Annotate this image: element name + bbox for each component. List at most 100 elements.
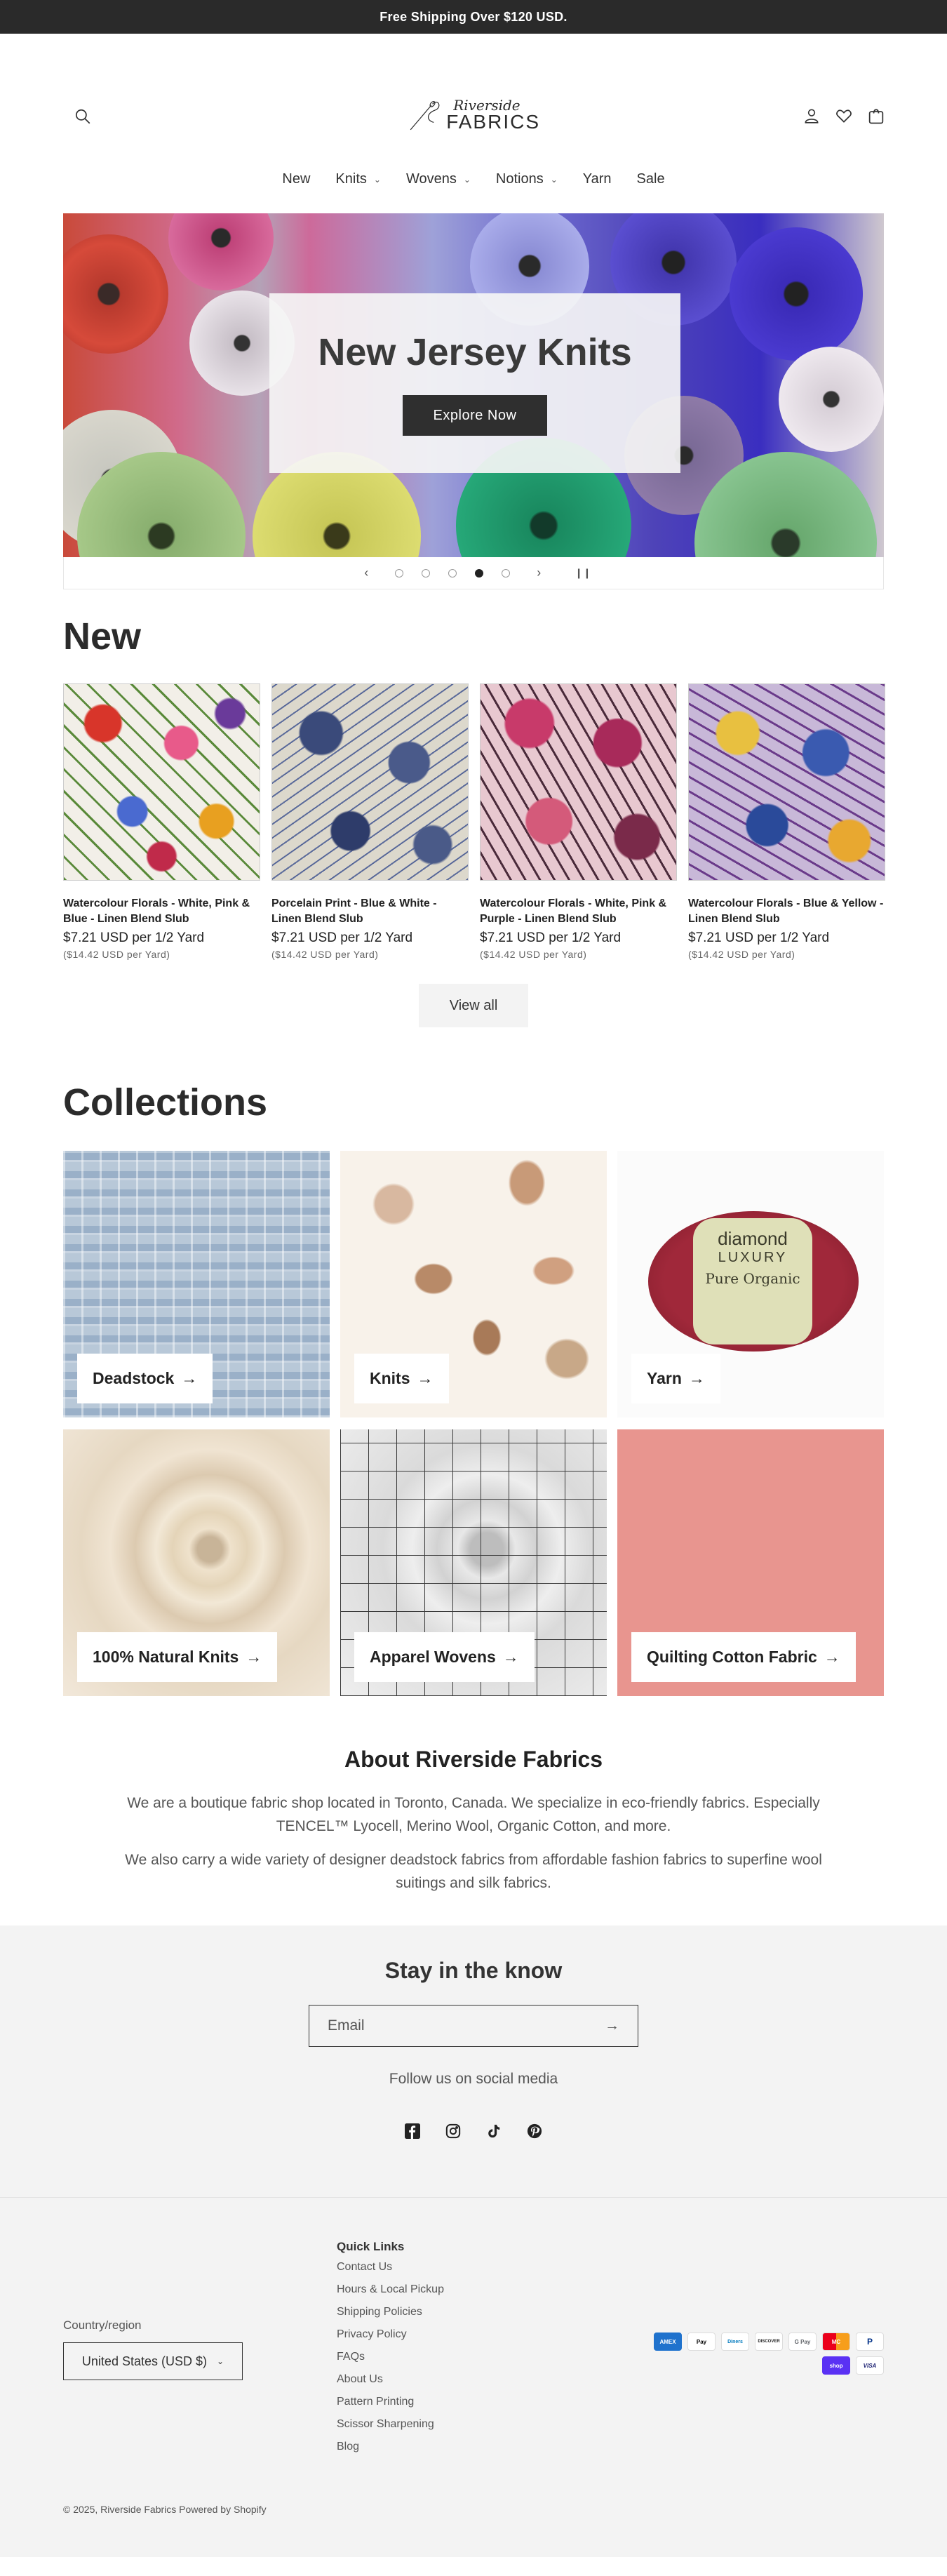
product-name[interactable]: Watercolour Florals - White, Pink & Purp… xyxy=(480,896,677,926)
product-image[interactable] xyxy=(271,683,469,881)
slide-dot[interactable] xyxy=(422,568,431,578)
product-image[interactable] xyxy=(480,683,677,881)
collection-card-deadstock[interactable]: Deadstock → xyxy=(63,1151,330,1418)
collection-label-text: Quilting Cotton Fabric xyxy=(647,1648,817,1667)
explore-now-button[interactable]: Explore Now xyxy=(403,395,547,436)
collection-label[interactable]: 100% Natural Knits → xyxy=(77,1632,278,1683)
wishlist-heart-icon[interactable] xyxy=(832,104,856,128)
product-card[interactable]: Watercolour Florals - White, Pink & Blue… xyxy=(63,683,260,960)
nav-label: New xyxy=(282,171,311,187)
quick-links-title: Quick Links xyxy=(337,2240,405,2254)
nav-item-knits[interactable]: Knits ⌄ xyxy=(335,171,381,187)
footer-link-pattern-printing[interactable]: Pattern Printing xyxy=(337,2396,444,2408)
yarn-brand: diamond xyxy=(718,1228,788,1250)
product-image[interactable] xyxy=(688,683,885,881)
collection-card-apparel-wovens[interactable]: Apparel Wovens → xyxy=(340,1429,607,1697)
collection-label-text: 100% Natural Knits xyxy=(93,1648,239,1667)
section-title-new: New xyxy=(63,615,142,658)
search-icon[interactable] xyxy=(70,104,95,129)
main-nav: New Knits ⌄ Wovens ⌄ Notions ⌄ Yarn Sale xyxy=(0,171,947,187)
product-card[interactable]: Porcelain Print - Blue & White - Linen B… xyxy=(271,683,469,960)
google-pay-icon: G Pay xyxy=(788,2333,817,2351)
nav-item-notions[interactable]: Notions ⌄ xyxy=(496,171,558,187)
facebook-icon[interactable] xyxy=(404,2123,421,2140)
product-card[interactable]: Watercolour Florals - White, Pink & Purp… xyxy=(480,683,677,960)
view-all-button[interactable]: View all xyxy=(419,984,528,1028)
country-select[interactable]: United States (USD $) ⌄ xyxy=(63,2342,243,2381)
product-name[interactable]: Porcelain Print - Blue & White - Linen B… xyxy=(271,896,469,926)
announcement-text: Free Shipping Over $120 USD. xyxy=(380,9,567,24)
product-name[interactable]: Watercolour Florals - Blue & Yellow - Li… xyxy=(688,896,885,926)
paypal-icon: P xyxy=(856,2333,884,2351)
amex-icon: AMEX xyxy=(654,2333,682,2351)
collection-label[interactable]: Knits → xyxy=(354,1354,449,1404)
footer-link-contact[interactable]: Contact Us xyxy=(337,2261,444,2274)
logo-script-text: Riverside xyxy=(453,97,520,114)
product-price-per-yard: ($14.42 USD per Yard) xyxy=(63,949,170,961)
collection-label[interactable]: Apparel Wovens → xyxy=(354,1632,535,1683)
arrow-right-icon: → xyxy=(181,1369,198,1388)
chevron-down-icon: ⌄ xyxy=(373,174,381,185)
nav-label: Wovens xyxy=(405,171,457,187)
product-price-per-yard: ($14.42 USD per Yard) xyxy=(480,949,587,961)
email-field[interactable]: Email → xyxy=(309,2005,638,2048)
pause-icon[interactable]: ❙❙ xyxy=(575,567,591,579)
product-price-per-yard: ($14.42 USD per Yard) xyxy=(688,949,795,961)
apple-pay-icon: Pay xyxy=(687,2333,716,2351)
slideshow-controls: ‹ › ❙❙ xyxy=(63,557,884,589)
cart-bag-icon[interactable] xyxy=(864,104,888,128)
product-name[interactable]: Watercolour Florals - White, Pink & Blue… xyxy=(63,896,260,926)
quick-links: Quick Links Contact Us Hours & Local Pic… xyxy=(337,2240,444,2463)
collection-card-yarn[interactable]: diamond LUXURY Pure Organic Yarn → xyxy=(617,1151,884,1418)
tiktok-icon[interactable] xyxy=(485,2123,502,2140)
nav-item-yarn[interactable]: Yarn xyxy=(583,171,612,187)
nav-label: Notions xyxy=(495,171,544,187)
chevron-right-icon[interactable]: › xyxy=(528,566,549,580)
site-logo[interactable]: Riverside FABRICS xyxy=(407,93,540,138)
footer-link-about[interactable]: About Us xyxy=(337,2373,444,2386)
nav-label: Yarn xyxy=(582,171,612,187)
mastercard-icon: MC xyxy=(822,2333,850,2351)
collection-card-natural-knits[interactable]: 100% Natural Knits → xyxy=(63,1429,330,1697)
slide-dot[interactable] xyxy=(395,568,404,578)
about-section: About Riverside Fabrics We are a boutiqu… xyxy=(0,1747,947,1895)
yarn-line: LUXURY xyxy=(718,1250,788,1266)
footer-link-shipping[interactable]: Shipping Policies xyxy=(337,2306,444,2318)
hero-title: New Jersey Knits xyxy=(318,331,632,373)
section-title-collections: Collections xyxy=(63,1081,268,1124)
collections-section: Collections Deadstock → Knits → diamond LU… xyxy=(63,1081,884,1697)
product-image[interactable] xyxy=(63,683,260,881)
copyright: © 2025, Riverside Fabrics Powered by Sho… xyxy=(63,2504,267,2516)
arrow-right-icon[interactable]: → xyxy=(605,2017,619,2034)
shop-pay-icon: shop xyxy=(822,2356,850,2375)
chevron-left-icon[interactable]: ‹ xyxy=(356,566,377,580)
slide-dot-active[interactable] xyxy=(475,568,484,578)
collection-card-knits[interactable]: Knits → xyxy=(340,1151,607,1418)
footer-link-blog[interactable]: Blog xyxy=(337,2441,444,2453)
footer-link-scissor-sharpening[interactable]: Scissor Sharpening xyxy=(337,2418,444,2431)
arrow-right-icon: → xyxy=(246,1648,262,1667)
nav-item-wovens[interactable]: Wovens ⌄ xyxy=(406,171,471,187)
slide-dot[interactable] xyxy=(448,568,457,578)
collection-label-text: Apparel Wovens xyxy=(370,1648,496,1667)
pinterest-icon[interactable] xyxy=(526,2123,543,2140)
instagram-icon[interactable] xyxy=(445,2123,462,2140)
account-icon[interactable] xyxy=(800,104,824,128)
nav-label: Knits xyxy=(335,171,367,187)
footer-link-faqs[interactable]: FAQs xyxy=(337,2351,444,2363)
collection-label[interactable]: Deadstock → xyxy=(77,1354,213,1404)
country-value: United States (USD $) xyxy=(81,2354,207,2368)
slide-dot[interactable] xyxy=(502,568,511,578)
collection-label[interactable]: Quilting Cotton Fabric → xyxy=(631,1632,856,1683)
collection-card-quilting-cotton[interactable]: Quilting Cotton Fabric → xyxy=(617,1429,884,1697)
country-label: Country/region xyxy=(63,2318,142,2333)
collection-label[interactable]: Yarn → xyxy=(631,1354,720,1404)
nav-item-new[interactable]: New xyxy=(282,171,310,187)
footer-link-privacy[interactable]: Privacy Policy xyxy=(337,2328,444,2341)
about-title: About Riverside Fabrics xyxy=(344,1747,603,1773)
footer-link-hours[interactable]: Hours & Local Pickup xyxy=(337,2283,444,2296)
product-card[interactable]: Watercolour Florals - Blue & Yellow - Li… xyxy=(688,683,885,960)
hero-slideshow: New Jersey Knits Explore Now xyxy=(63,213,884,557)
arrow-right-icon: → xyxy=(688,1369,705,1388)
nav-item-sale[interactable]: Sale xyxy=(637,171,665,187)
